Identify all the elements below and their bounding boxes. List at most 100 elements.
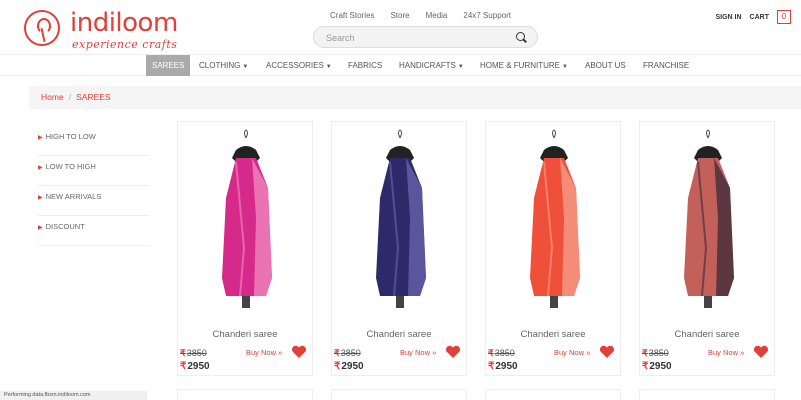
- product-old-price-value: 3850: [186, 348, 207, 358]
- product-price: ₹2950: [642, 361, 672, 372]
- filter-label: DISCOUNT: [45, 222, 85, 231]
- product-old-price: ₹3850: [180, 348, 207, 359]
- rupee-symbol: ₹: [488, 348, 494, 358]
- browser-status-bar: Performing data.fbsm.indiloom.com: [0, 391, 147, 400]
- toplink-craft-stories[interactable]: Craft Stories: [330, 11, 374, 20]
- filter-label: LOW TO HIGH: [45, 162, 96, 171]
- product-price-value: 2950: [341, 361, 364, 372]
- chevron-right-icon: »: [432, 348, 437, 357]
- product-old-price-value: 3850: [648, 348, 669, 358]
- search-icon[interactable]: [516, 32, 525, 41]
- product-price: ₹2950: [180, 361, 210, 372]
- logo-icon: [24, 10, 60, 46]
- buy-now-link[interactable]: Buy Now »: [400, 348, 436, 357]
- product-price: ₹2950: [488, 361, 518, 372]
- account-links: SIGN IN CART 0: [715, 10, 791, 24]
- rupee-symbol: ₹: [488, 361, 495, 372]
- product-price-value: 2950: [495, 361, 518, 372]
- product-old-price: ₹3850: [334, 348, 361, 359]
- sign-in-link[interactable]: SIGN IN: [715, 14, 741, 21]
- buy-now-link[interactable]: Buy Now »: [246, 348, 282, 357]
- product-old-price: ₹3850: [488, 348, 515, 359]
- buy-now-link[interactable]: Buy Now »: [554, 348, 590, 357]
- buy-now-label: Buy Now: [708, 348, 739, 357]
- nav-item-fabrics[interactable]: FABRICS: [348, 55, 382, 76]
- cart-count-badge[interactable]: 0: [777, 10, 791, 24]
- wishlist-heart-icon[interactable]: [291, 345, 307, 359]
- product-name[interactable]: Chanderi saree: [486, 329, 620, 340]
- product-old-price-value: 3850: [494, 348, 515, 358]
- product-image[interactable]: [350, 128, 450, 318]
- product-card[interactable]: Chanderi saree ₹3850 ₹2950 Buy Now »: [639, 121, 775, 376]
- top-links: Craft Stories Store Media 24x7 Support: [330, 11, 511, 20]
- rupee-symbol: ₹: [642, 348, 648, 358]
- buy-now-label: Buy Now: [400, 348, 431, 357]
- search-input[interactable]: [326, 31, 506, 45]
- nav-item-about-us[interactable]: ABOUT US: [585, 55, 626, 76]
- caret-down-icon: ▼: [325, 64, 332, 70]
- product-price-value: 2950: [649, 361, 672, 372]
- main-nav: SAREES CLOTHING ▼ ACCESSORIES ▼ FABRICS HA…: [0, 54, 801, 76]
- chevron-right-icon: »: [278, 348, 283, 357]
- filter-low-to-high[interactable]: ▶ LOW TO HIGH: [38, 156, 150, 186]
- product-image[interactable]: [504, 128, 604, 318]
- brand-logo[interactable]: indiloom experience crafts: [24, 8, 194, 51]
- product-name[interactable]: Chanderi saree: [178, 329, 312, 340]
- product-card[interactable]: Chanderi saree ₹3850 ₹2950 Buy Now »: [331, 121, 467, 376]
- product-name[interactable]: Chanderi saree: [332, 329, 466, 340]
- nav-item-home-furniture-label: HOME & FURNITURE: [480, 61, 560, 70]
- nav-item-franchise[interactable]: FRANCHISE: [643, 55, 689, 76]
- caret-down-icon: ▼: [562, 64, 568, 70]
- filter-new-arrivals[interactable]: ▶ NEW ARRIVALS: [38, 186, 150, 216]
- filter-label: NEW ARRIVALS: [45, 192, 102, 201]
- brand-name: indiloom: [70, 8, 178, 38]
- wishlist-heart-icon[interactable]: [753, 345, 769, 359]
- product-card-partial: [485, 389, 621, 400]
- wishlist-heart-icon[interactable]: [599, 345, 615, 359]
- nav-item-clothing-label: CLOTHING: [199, 61, 241, 70]
- filter-discount[interactable]: ▶ DISCOUNT: [38, 216, 150, 246]
- nav-item-handicrafts-label: HANDICRAFTS: [399, 61, 456, 70]
- caret-right-icon: ▶: [38, 225, 43, 231]
- search-box: [313, 26, 538, 48]
- wishlist-heart-icon[interactable]: [445, 345, 461, 359]
- rupee-symbol: ₹: [180, 361, 187, 372]
- product-image[interactable]: [196, 128, 296, 318]
- brand-tagline: experience crafts: [72, 38, 178, 51]
- buy-now-label: Buy Now: [246, 348, 277, 357]
- nav-item-accessories-label: ACCESSORIES: [266, 61, 324, 70]
- breadcrumb-home[interactable]: Home: [41, 92, 64, 102]
- toplink-store[interactable]: Store: [390, 11, 409, 20]
- rupee-symbol: ₹: [334, 348, 340, 358]
- nav-item-handicrafts[interactable]: HANDICRAFTS ▼: [399, 55, 464, 76]
- breadcrumb-current: SAREES: [76, 92, 111, 102]
- chevron-right-icon: »: [740, 348, 745, 357]
- sort-filter-sidebar: ▶ HIGH TO LOW ▶ LOW TO HIGH ▶ NEW ARRIVALS …: [38, 126, 150, 246]
- rupee-symbol: ₹: [180, 348, 186, 358]
- product-card-partial: [331, 389, 467, 400]
- nav-item-clothing[interactable]: CLOTHING ▼: [199, 55, 248, 76]
- buy-now-link[interactable]: Buy Now »: [708, 348, 744, 357]
- nav-item-accessories[interactable]: ACCESSORIES ▼: [266, 55, 332, 76]
- product-card-partial: [639, 389, 775, 400]
- product-image[interactable]: [658, 128, 758, 318]
- product-card[interactable]: Chanderi saree ₹3850 ₹2950 Buy Now »: [485, 121, 621, 376]
- caret-right-icon: ▶: [38, 135, 43, 141]
- filter-label: HIGH TO LOW: [45, 132, 96, 141]
- breadcrumb: Home / SAREES: [29, 86, 801, 109]
- toplink-support[interactable]: 24x7 Support: [463, 11, 511, 20]
- product-card-partial: [177, 389, 313, 400]
- nav-item-sarees[interactable]: SAREES: [146, 55, 191, 76]
- filter-high-to-low[interactable]: ▶ HIGH TO LOW: [38, 126, 150, 156]
- site-header: indiloom experience crafts Craft Stories…: [0, 0, 801, 52]
- product-old-price: ₹3850: [642, 348, 669, 359]
- product-price-value: 2950: [187, 361, 210, 372]
- nav-item-home-furniture[interactable]: HOME & FURNITURE ▼: [480, 55, 568, 76]
- caret-right-icon: ▶: [38, 165, 43, 171]
- caret-down-icon: ▼: [242, 64, 249, 70]
- product-card[interactable]: Chanderi saree ₹3850 ₹2950 Buy Now »: [177, 121, 313, 376]
- cart-link[interactable]: CART: [750, 14, 769, 21]
- product-name[interactable]: Chanderi saree: [640, 329, 774, 340]
- toplink-media[interactable]: Media: [426, 11, 448, 20]
- caret-right-icon: ▶: [38, 195, 43, 201]
